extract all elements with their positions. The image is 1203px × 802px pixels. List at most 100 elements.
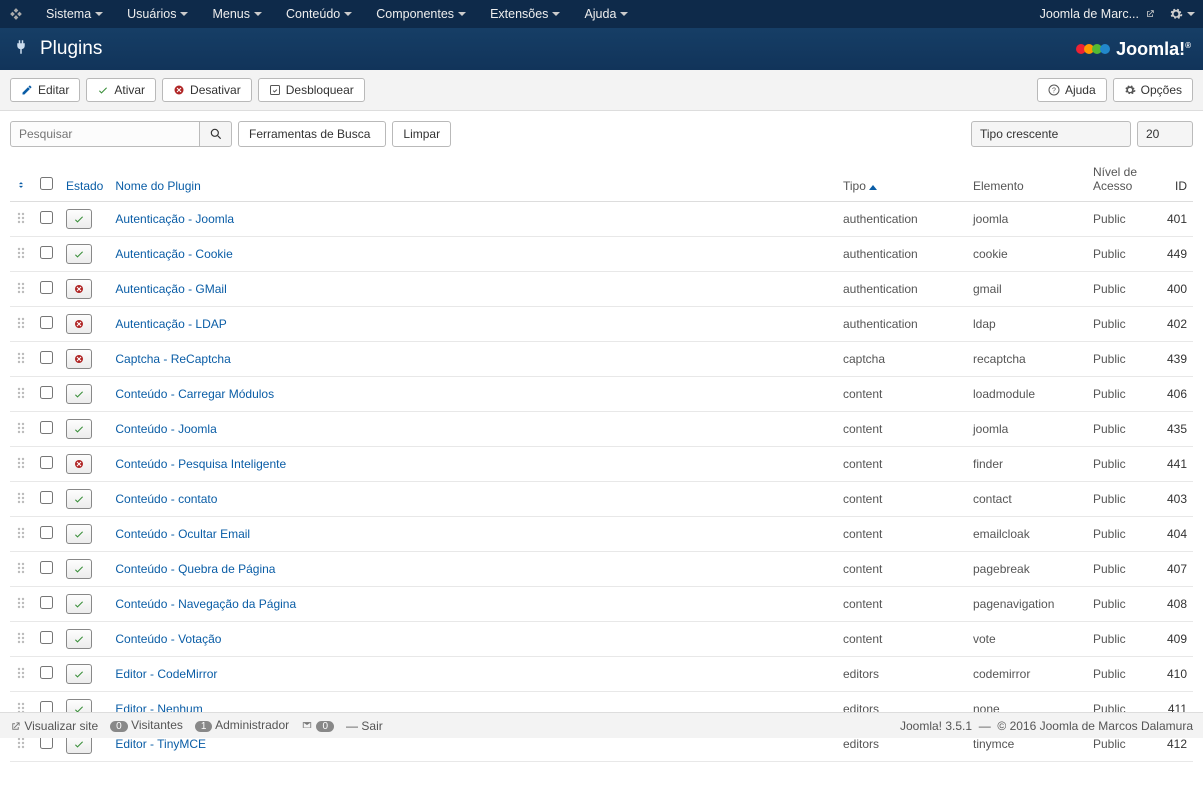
row-checkbox[interactable] (40, 246, 53, 259)
row-checkbox[interactable] (40, 421, 53, 434)
help-label: Ajuda (1065, 83, 1096, 97)
drag-handle[interactable] (10, 657, 32, 692)
user-menu[interactable] (1169, 7, 1195, 21)
messages-info[interactable]: 0 (301, 718, 334, 734)
menu-ajuda[interactable]: Ajuda (574, 3, 638, 25)
menu-componentes[interactable]: Componentes (366, 3, 476, 25)
status-toggle[interactable] (66, 559, 92, 579)
row-checkbox[interactable] (40, 491, 53, 504)
plugin-link[interactable]: Conteúdo - Ocultar Email (115, 527, 250, 541)
search-input[interactable] (10, 121, 200, 147)
search-tools-button[interactable]: Ferramentas de Busca (238, 121, 386, 147)
plugin-link[interactable]: Conteúdo - contato (115, 492, 217, 506)
status-toggle[interactable] (66, 279, 92, 299)
col-name[interactable]: Nome do Plugin (109, 157, 837, 202)
col-status[interactable]: Estado (60, 157, 109, 202)
plugin-link[interactable]: Editor - TinyMCE (115, 737, 206, 751)
logout-link[interactable]: — Sair (346, 719, 383, 733)
external-icon (1145, 9, 1155, 19)
plugin-link[interactable]: Conteúdo - Navegação da Página (115, 597, 296, 611)
drag-handle[interactable] (10, 202, 32, 237)
cell-id: 435 (1149, 412, 1193, 447)
row-checkbox[interactable] (40, 666, 53, 679)
drag-handle[interactable] (10, 412, 32, 447)
menu-menus[interactable]: Menus (202, 3, 272, 25)
status-toggle[interactable] (66, 244, 92, 264)
col-type[interactable]: Tipo (837, 157, 967, 202)
preview-link[interactable]: Visualizar site (10, 719, 98, 733)
question-icon: ? (1048, 84, 1060, 96)
drag-handle[interactable] (10, 622, 32, 657)
status-toggle[interactable] (66, 664, 92, 684)
status-toggle[interactable] (66, 384, 92, 404)
activate-button[interactable]: Ativar (86, 78, 156, 102)
limit-select[interactable]: 20 (1137, 121, 1193, 147)
drag-handle[interactable] (10, 517, 32, 552)
sort-select[interactable]: Tipo crescente (971, 121, 1131, 147)
row-checkbox[interactable] (40, 631, 53, 644)
status-toggle[interactable] (66, 209, 92, 229)
drag-handle[interactable] (10, 377, 32, 412)
status-toggle[interactable] (66, 629, 92, 649)
status-toggle[interactable] (66, 524, 92, 544)
drag-handle[interactable] (10, 272, 32, 307)
options-button[interactable]: Opções (1113, 78, 1193, 102)
drag-handle[interactable] (10, 447, 32, 482)
status-toggle[interactable] (66, 489, 92, 509)
plugin-link[interactable]: Autenticação - LDAP (115, 317, 226, 331)
row-checkbox[interactable] (40, 596, 53, 609)
site-name-link[interactable]: Joomla de Marc... (1040, 7, 1155, 21)
menu-sistema[interactable]: Sistema (36, 3, 113, 25)
row-checkbox[interactable] (40, 211, 53, 224)
search-button[interactable] (200, 121, 232, 147)
menu-conteúdo[interactable]: Conteúdo (276, 3, 362, 25)
plugin-link[interactable]: Conteúdo - Carregar Módulos (115, 387, 274, 401)
col-id[interactable]: ID (1149, 157, 1193, 202)
status-toggle[interactable] (66, 314, 92, 334)
edit-button[interactable]: Editar (10, 78, 80, 102)
plugin-link[interactable]: Editor - CodeMirror (115, 667, 217, 681)
drag-handle[interactable] (10, 342, 32, 377)
row-checkbox[interactable] (40, 386, 53, 399)
check-all[interactable] (40, 177, 53, 190)
row-checkbox[interactable] (40, 316, 53, 329)
row-checkbox[interactable] (40, 526, 53, 539)
table-row: Conteúdo - VotaçãocontentvotePublic409 (10, 622, 1193, 657)
drag-handle[interactable] (10, 307, 32, 342)
clear-button[interactable]: Limpar (392, 121, 451, 147)
help-button[interactable]: ? Ajuda (1037, 78, 1107, 102)
unlock-button[interactable]: Desbloquear (258, 78, 365, 102)
plugin-link[interactable]: Autenticação - Joomla (115, 212, 234, 226)
row-checkbox[interactable] (40, 351, 53, 364)
col-order[interactable] (10, 157, 32, 202)
table-row: Autenticação - GMailauthenticationgmailP… (10, 272, 1193, 307)
drag-handle[interactable] (10, 587, 32, 622)
col-checkall[interactable] (32, 157, 60, 202)
cell-access: Public (1087, 622, 1149, 657)
edit-label: Editar (38, 83, 69, 97)
plugin-link[interactable]: Conteúdo - Votação (115, 632, 221, 646)
plugin-link[interactable]: Autenticação - GMail (115, 282, 226, 296)
drag-handle[interactable] (10, 552, 32, 587)
status-toggle[interactable] (66, 349, 92, 369)
row-checkbox[interactable] (40, 561, 53, 574)
col-element[interactable]: Elemento (967, 157, 1087, 202)
menu-extensões[interactable]: Extensões (480, 3, 570, 25)
row-checkbox[interactable] (40, 456, 53, 469)
plugin-link[interactable]: Conteúdo - Quebra de Página (115, 562, 275, 576)
row-checkbox[interactable] (40, 281, 53, 294)
deactivate-button[interactable]: Desativar (162, 78, 252, 102)
menu-usuários[interactable]: Usuários (117, 3, 198, 25)
cell-type: authentication (837, 272, 967, 307)
status-toggle[interactable] (66, 594, 92, 614)
plugin-link[interactable]: Conteúdo - Pesquisa Inteligente (115, 457, 286, 471)
plugin-link[interactable]: Conteúdo - Joomla (115, 422, 216, 436)
cell-access: Public (1087, 482, 1149, 517)
drag-handle[interactable] (10, 482, 32, 517)
col-access[interactable]: Nível de Acesso (1087, 157, 1149, 202)
plugin-link[interactable]: Captcha - ReCaptcha (115, 352, 230, 366)
plugin-link[interactable]: Autenticação - Cookie (115, 247, 232, 261)
status-toggle[interactable] (66, 419, 92, 439)
status-toggle[interactable] (66, 454, 92, 474)
drag-handle[interactable] (10, 237, 32, 272)
